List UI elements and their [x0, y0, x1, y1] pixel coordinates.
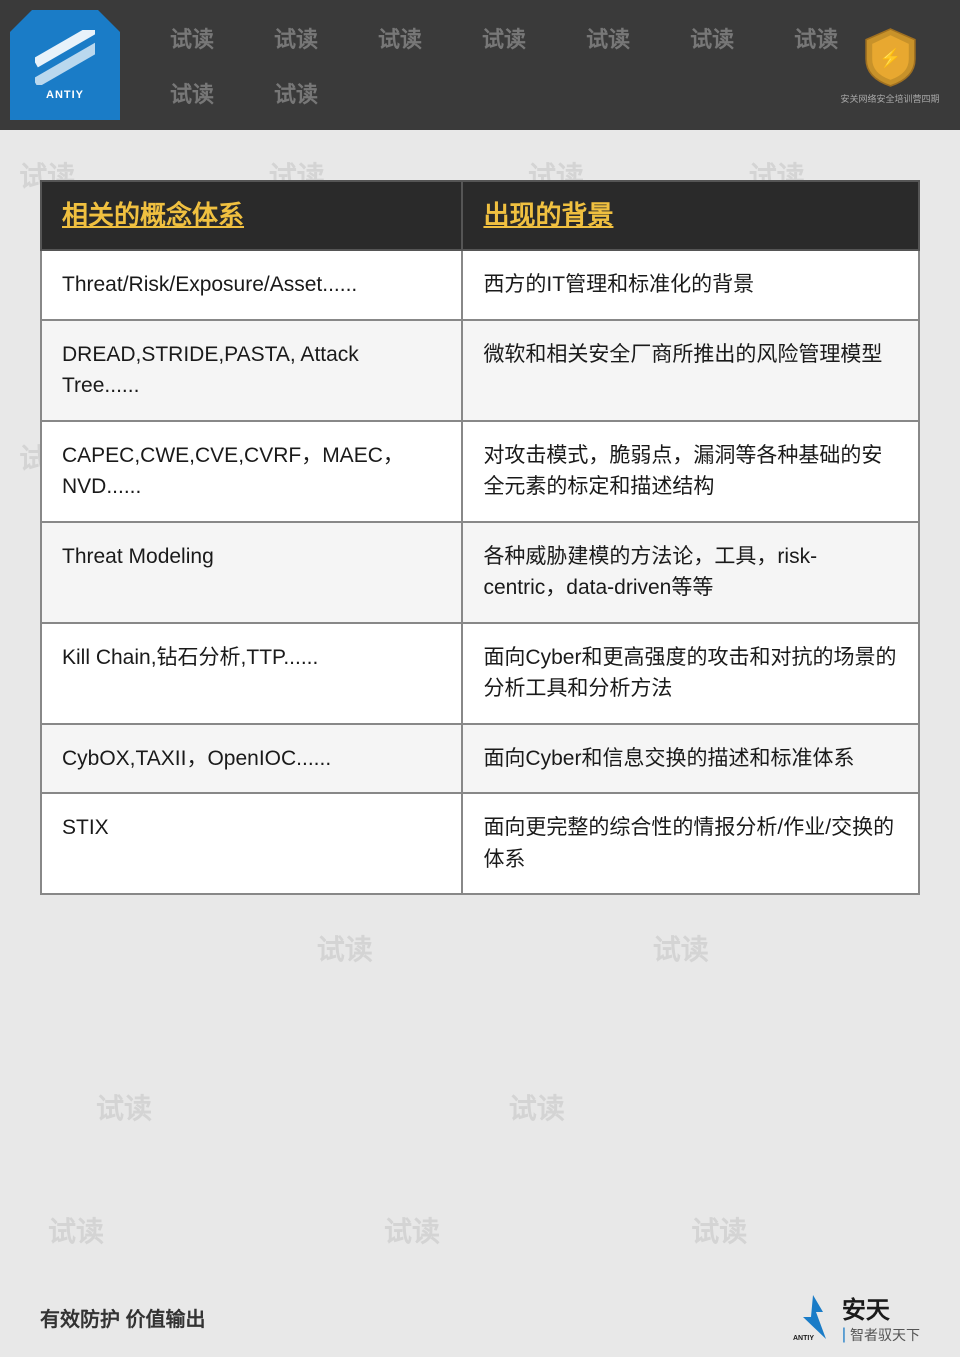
footer-antiy-logo: ANTIY 安天 | 智者驭天下: [788, 1290, 920, 1345]
table-cell-left-5: CybOX,TAXII，OpenIOC......: [41, 724, 462, 794]
page-wm-19: 试读: [384, 1210, 440, 1250]
table-row: Threat Modeling各种威胁建模的方法论，工具，risk-centri…: [41, 522, 919, 623]
table-row: Kill Chain,钻石分析,TTP......面向Cyber和更高强度的攻击…: [41, 623, 919, 724]
table-cell-left-3: Threat Modeling: [41, 522, 462, 623]
table-row: DREAD,STRIDE,PASTA, Attack Tree......微软和…: [41, 320, 919, 421]
watermark-6: 试读: [690, 22, 734, 54]
footer-brand: ANTIY 安天 | 智者驭天下: [788, 1290, 920, 1345]
table-cell-right-5: 面向Cyber和信息交换的描述和标准体系: [462, 724, 919, 794]
table-row: CybOX,TAXII，OpenIOC......面向Cyber和信息交换的描述…: [41, 724, 919, 794]
table-cell-right-4: 面向Cyber和更高强度的攻击和对抗的场景的分析工具和分析方法: [462, 623, 919, 724]
col2-header: 出现的背景: [462, 181, 919, 250]
table-cell-right-6: 面向更完整的综合性的情报分析/作业/交换的体系: [462, 793, 919, 894]
watermark-8: 试读: [170, 77, 214, 109]
table-cell-left-1: DREAD,STRIDE,PASTA, Attack Tree......: [41, 320, 462, 421]
col1-header: 相关的概念体系: [41, 181, 462, 250]
shield-icon: ⚡: [858, 25, 923, 90]
svg-text:⚡: ⚡: [879, 47, 901, 69]
logo-stripes: [35, 30, 95, 85]
watermark-3: 试读: [378, 22, 422, 54]
page-wm-18: 试读: [48, 1210, 104, 1250]
header: ANTIY 试读 试读 试读 试读 试读 试读 试读 试读 试读 ⚡ 安关网络安…: [0, 0, 960, 130]
footer: 有效防护 价值输出 ANTIY 安天 | 智者驭天下: [0, 1277, 960, 1357]
page-wm-14: 试读: [317, 928, 373, 968]
page-wm-15: 试读: [653, 928, 709, 968]
table-cell-right-3: 各种威胁建模的方法论，工具，risk-centric，data-driven等等: [462, 522, 919, 623]
table-cell-left-0: Threat/Risk/Exposure/Asset......: [41, 250, 462, 320]
table-cell-right-1: 微软和相关安全厂商所推出的风险管理模型: [462, 320, 919, 421]
page-wm-20: 试读: [691, 1210, 747, 1250]
watermark-9: 试读: [274, 77, 318, 109]
watermark-2: 试读: [274, 22, 318, 54]
watermark-1: 试读: [170, 22, 214, 54]
top-right-tagline: 安关网络安全培训营四期: [840, 92, 939, 105]
footer-tagline: 有效防护 价值输出: [40, 1303, 206, 1332]
table-cell-left-6: STIX: [41, 793, 462, 894]
page-wm-16: 试读: [96, 1087, 152, 1127]
table-header-row: 相关的概念体系 出现的背景: [41, 181, 919, 250]
page-content: 试读 试读 试读 试读 试读 试读 试读 试读 试读 试读 试读 试读 试读 试…: [0, 130, 960, 1357]
table-cell-left-4: Kill Chain,钻石分析,TTP......: [41, 623, 462, 724]
table-cell-right-2: 对攻击模式，脆弱点，漏洞等各种基础的安全元素的标定和描述结构: [462, 421, 919, 522]
footer-brand-name: 安天: [842, 1290, 890, 1325]
page-wm-17: 试读: [509, 1087, 565, 1127]
main-table: 相关的概念体系 出现的背景 Threat/Risk/Exposure/Asset…: [40, 180, 920, 895]
table-cell-left-2: CAPEC,CWE,CVE,CVRF，MAEC，NVD......: [41, 421, 462, 522]
antiy-footer-icon: ANTIY: [788, 1292, 838, 1342]
footer-brand-sub: | 智者驭天下: [842, 1325, 920, 1345]
table-row: STIX面向更完整的综合性的情报分析/作业/交换的体系: [41, 793, 919, 894]
top-right-logo: ⚡ 安关网络安全培训营四期: [830, 10, 950, 120]
logo-text: ANTIY: [46, 89, 84, 101]
table-row: CAPEC,CWE,CVE,CVRF，MAEC，NVD......对攻击模式，脆…: [41, 421, 919, 522]
table-cell-right-0: 西方的IT管理和标准化的背景: [462, 250, 919, 320]
antiy-logo: ANTIY: [10, 10, 120, 120]
watermark-4: 试读: [482, 22, 526, 54]
table-row: Threat/Risk/Exposure/Asset......西方的IT管理和…: [41, 250, 919, 320]
svg-text:ANTIY: ANTIY: [793, 1335, 814, 1342]
watermark-5: 试读: [586, 22, 630, 54]
